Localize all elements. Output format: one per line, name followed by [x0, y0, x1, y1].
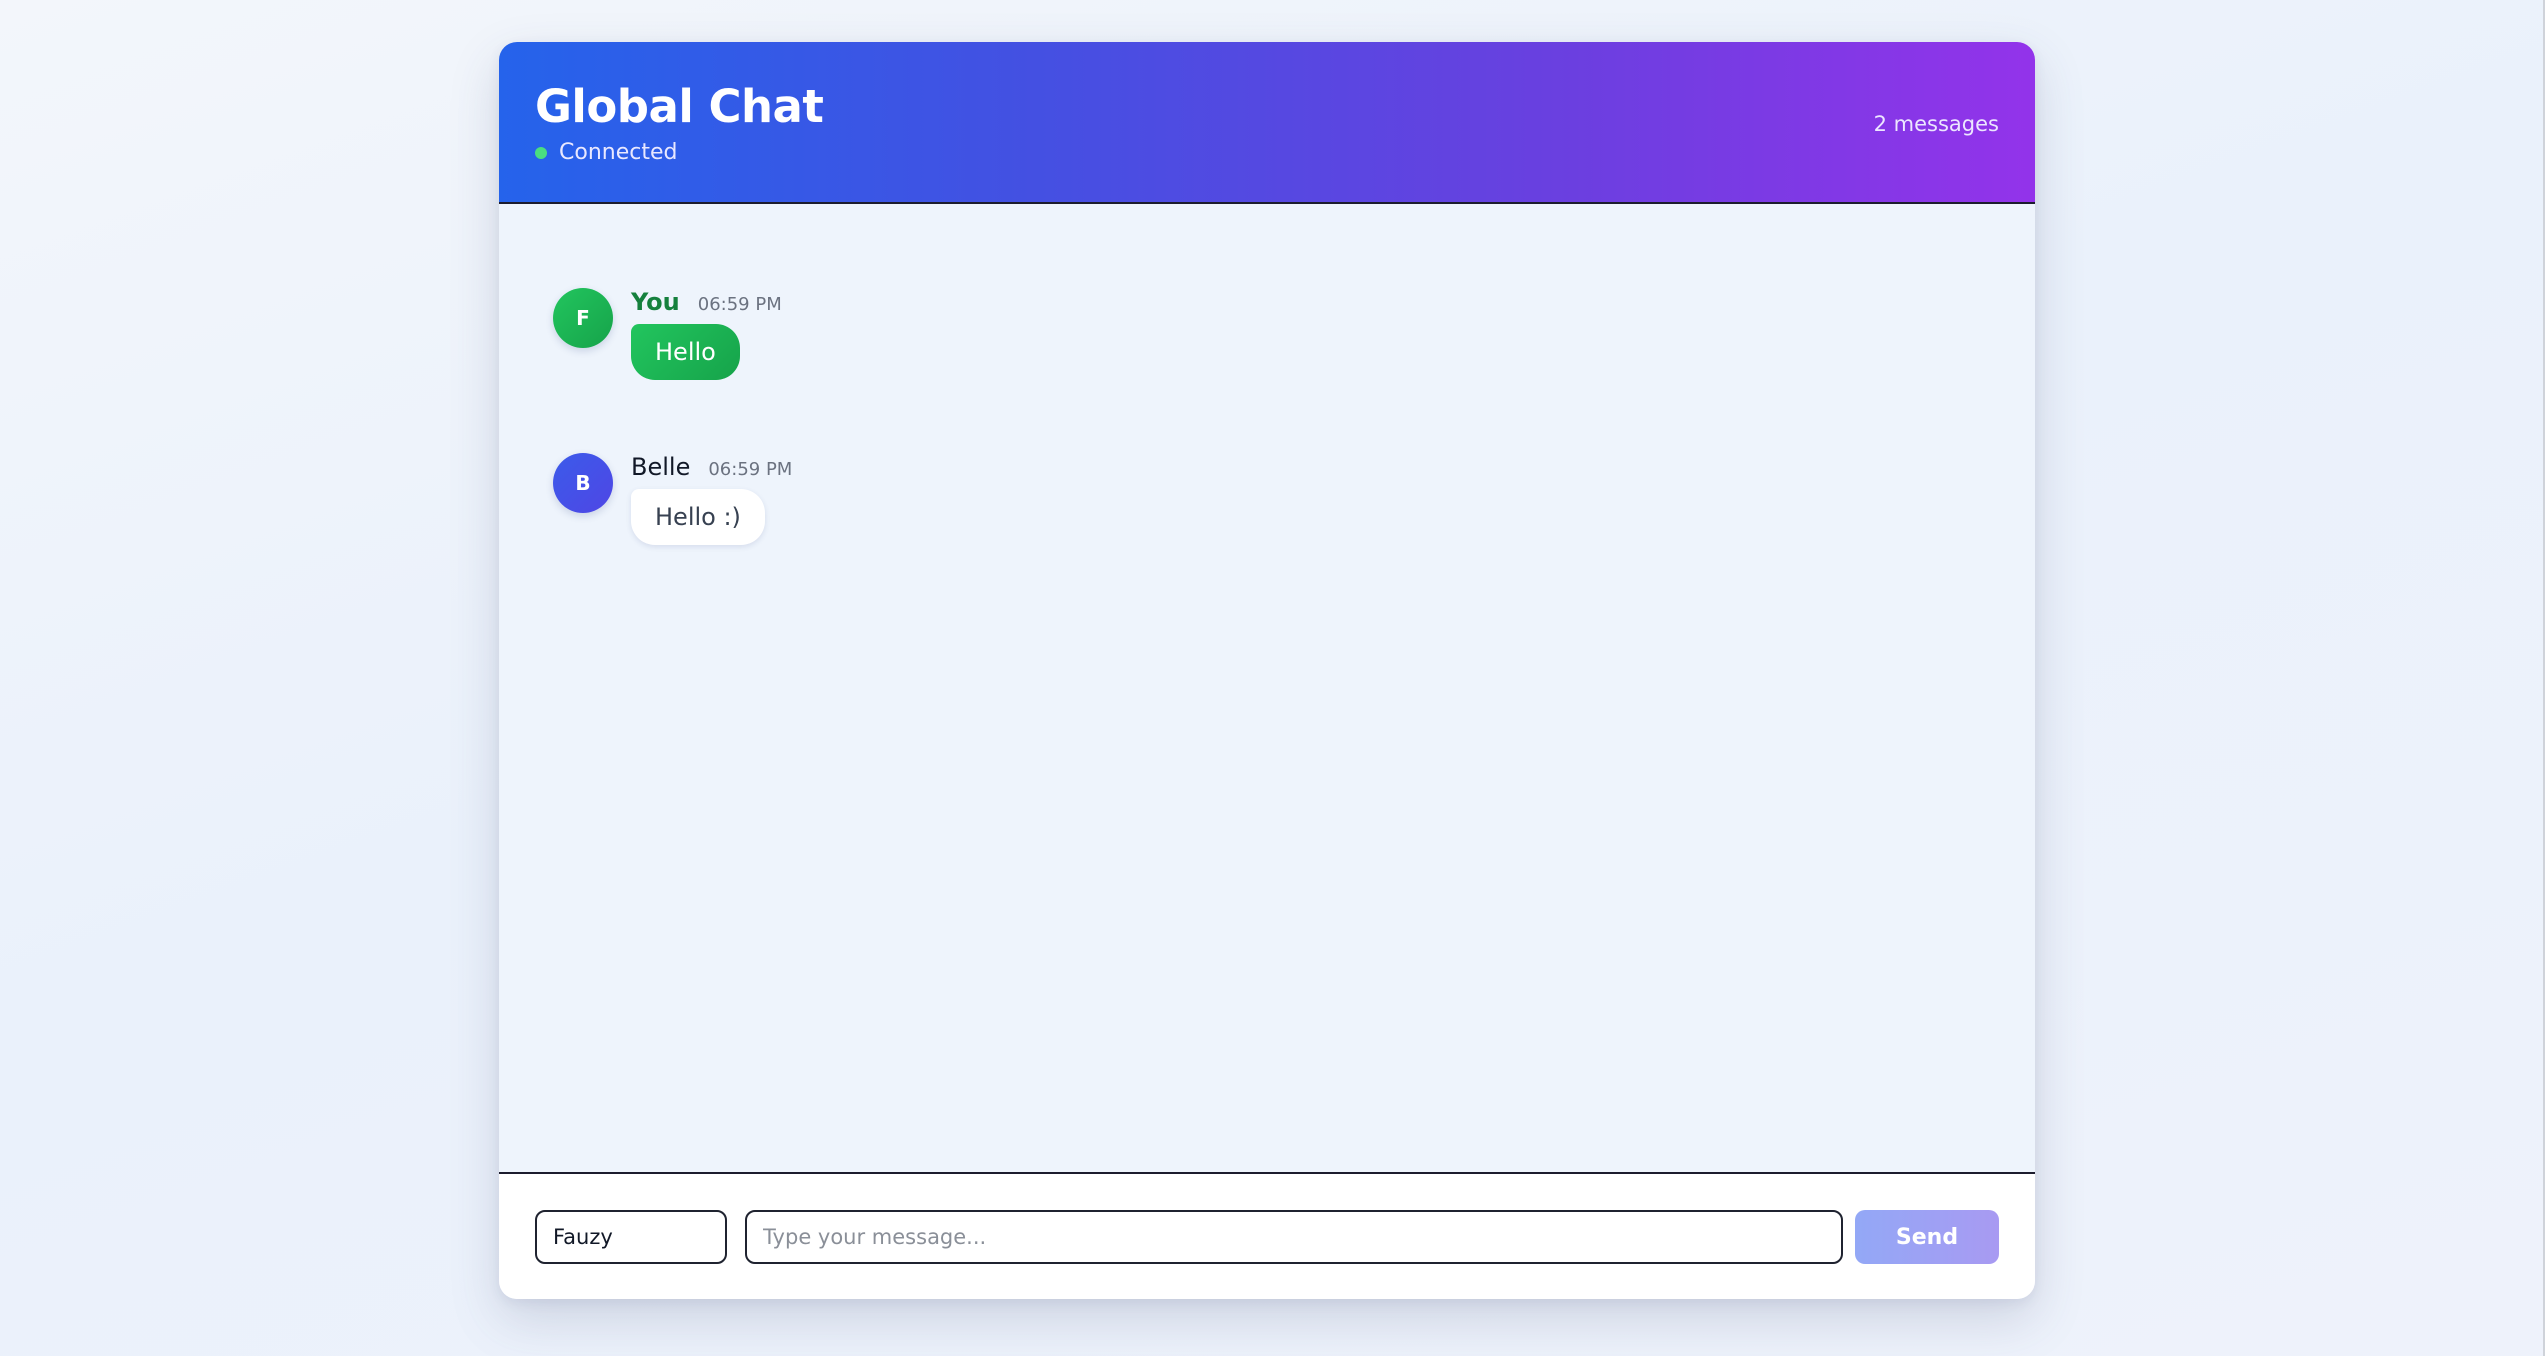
status-text: Connected [559, 140, 678, 165]
message-bubble: Hello :) [631, 489, 765, 545]
message-body: Belle 06:59 PM Hello :) [631, 453, 792, 545]
connection-status: Connected [535, 140, 677, 165]
chat-header: Global Chat Connected 2 messages [499, 42, 2035, 204]
sender-name: You [631, 288, 680, 316]
message-body: You 06:59 PM Hello [631, 288, 782, 380]
message-meta: You 06:59 PM [631, 288, 782, 318]
message-meta: Belle 06:59 PM [631, 453, 792, 483]
message-count: 2 messages [1873, 112, 1999, 136]
message-timestamp: 06:59 PM [697, 294, 782, 315]
message-timestamp: 06:59 PM [708, 459, 793, 480]
avatar: F [553, 288, 613, 348]
chat-title: Global Chat [535, 80, 824, 133]
message-bubble: Hello [631, 324, 740, 380]
sender-name: Belle [631, 453, 691, 481]
message-item: B Belle 06:59 PM Hello :) [553, 453, 792, 545]
composer-bar: Send [499, 1172, 2035, 1299]
status-dot-icon [535, 146, 547, 159]
chat-window: Global Chat Connected 2 messages F You 0… [499, 42, 2035, 1299]
message-list[interactable]: F You 06:59 PM Hello B Belle 06:59 PM He… [499, 204, 2035, 1172]
message-input[interactable] [745, 1210, 1843, 1264]
send-button[interactable]: Send [1855, 1210, 1999, 1264]
username-input[interactable] [535, 1210, 727, 1264]
avatar: B [553, 453, 613, 513]
message-item: F You 06:59 PM Hello [553, 288, 782, 380]
